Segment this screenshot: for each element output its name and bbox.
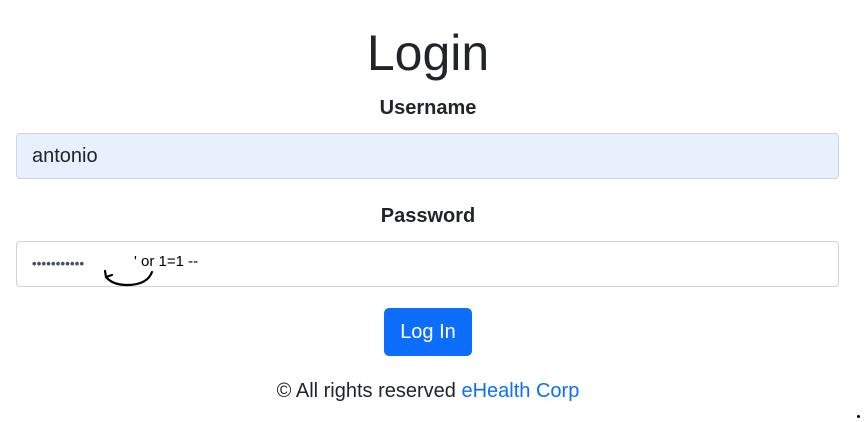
curved-arrow-icon xyxy=(103,269,154,287)
stray-dot xyxy=(857,415,860,418)
footer-copyright-text: © All rights reserved xyxy=(276,380,462,402)
password-label: Password xyxy=(380,205,476,227)
username-field[interactable]: antonio xyxy=(16,133,839,179)
page-title: Login xyxy=(366,25,490,81)
footer: © All rights reserved eHealth Corp xyxy=(0,378,856,404)
footer-company-link[interactable]: eHealth Corp xyxy=(461,380,579,402)
username-label: Username xyxy=(379,97,477,119)
password-masked-value: ••••••••••• xyxy=(32,256,85,271)
login-button[interactable]: Log In xyxy=(384,308,472,356)
